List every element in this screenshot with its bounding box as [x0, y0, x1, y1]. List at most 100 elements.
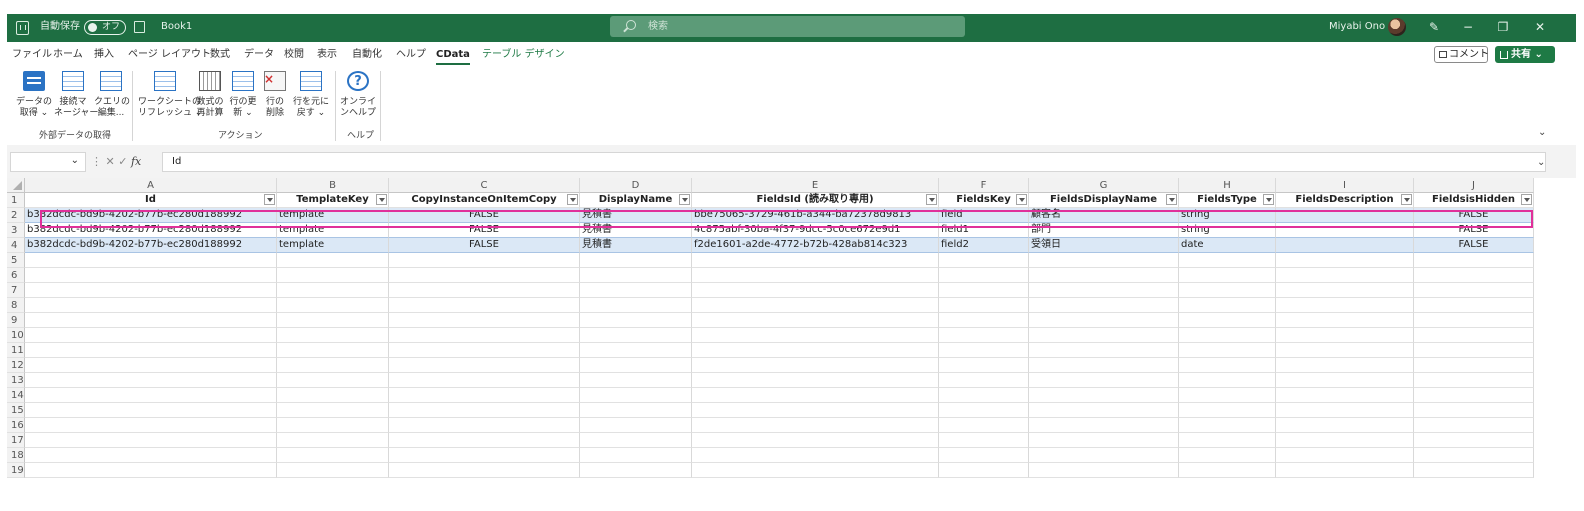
row-header[interactable]: 18: [7, 448, 25, 463]
select-all-corner[interactable]: [7, 178, 25, 193]
table-header-cell[interactable]: FieldsDescription: [1276, 193, 1414, 208]
row-header[interactable]: 6: [7, 268, 25, 283]
table-header-cell[interactable]: FieldsisHidden: [1414, 193, 1534, 208]
name-box[interactable]: ⌄: [10, 152, 86, 172]
filter-dropdown-icon[interactable]: [926, 194, 937, 205]
update-rows-button[interactable]: 行の更 新 ⌄: [228, 71, 258, 119]
enter-icon[interactable]: ✓: [118, 155, 127, 168]
cancel-icon[interactable]: ✕: [106, 155, 115, 168]
column-header-a[interactable]: A: [25, 178, 277, 193]
column-header-g[interactable]: G: [1029, 178, 1179, 193]
insert-function-icon[interactable]: fx: [131, 155, 141, 168]
cell-fields-type[interactable]: date: [1179, 238, 1276, 253]
filter-dropdown-icon[interactable]: [567, 194, 578, 205]
cell-copy-instance[interactable]: FALSE: [389, 238, 580, 253]
table-header-cell[interactable]: CopyInstanceOnItemCopy: [389, 193, 580, 208]
table-header-cell[interactable]: FieldsId (読み取り専用): [692, 193, 939, 208]
filter-dropdown-icon[interactable]: [1016, 194, 1027, 205]
connection-manager-button[interactable]: 接続マ ネージャー: [54, 71, 98, 119]
row-header[interactable]: 11: [7, 343, 25, 358]
get-data-button[interactable]: データの 取得 ⌄: [14, 71, 54, 119]
cell-fields-key[interactable]: field2: [939, 238, 1029, 253]
column-header-c[interactable]: C: [389, 178, 580, 193]
cell-fields-display-name[interactable]: 受領日: [1029, 238, 1179, 253]
online-help-button[interactable]: ? オンライ ンヘルプ: [340, 71, 376, 119]
row-header[interactable]: 1: [7, 193, 25, 208]
cell-id[interactable]: b382dcdc-bd9b-4202-b77b-ec280d188992: [25, 238, 277, 253]
formula-input[interactable]: Id: [162, 152, 1546, 172]
filter-dropdown-icon[interactable]: [264, 194, 275, 205]
row-header[interactable]: 15: [7, 403, 25, 418]
autosave-toggle[interactable]: オフ: [84, 20, 126, 35]
delete-rows-button[interactable]: 行の 削除: [262, 71, 288, 119]
table-header-cell[interactable]: FieldsType: [1179, 193, 1276, 208]
column-header-i[interactable]: I: [1276, 178, 1414, 193]
tab-table-design[interactable]: テーブル デザイン: [482, 48, 565, 61]
refresh-worksheet-button[interactable]: ワークシートの リフレッシュ ⌄: [138, 71, 202, 119]
row-header[interactable]: 13: [7, 373, 25, 388]
cell-fields-id[interactable]: f2de1601-a2de-4772-b72b-428ab814c323: [692, 238, 939, 253]
tab-view[interactable]: 表示: [317, 48, 337, 61]
filter-dropdown-icon[interactable]: [1401, 194, 1412, 205]
row-header[interactable]: 9: [7, 313, 25, 328]
more-icon[interactable]: ⋮: [91, 155, 102, 168]
avatar[interactable]: [1388, 18, 1406, 36]
cell-fields-is-hidden[interactable]: FALSE: [1414, 238, 1534, 253]
table-header-cell[interactable]: FieldsKey: [939, 193, 1029, 208]
table-header-cell[interactable]: TemplateKey: [277, 193, 389, 208]
search-box[interactable]: 検索: [610, 16, 965, 37]
tab-insert[interactable]: 挿入: [94, 48, 114, 61]
row-header[interactable]: 2: [7, 208, 25, 223]
row-header[interactable]: 4: [7, 238, 25, 253]
column-header-b[interactable]: B: [277, 178, 389, 193]
row-header[interactable]: 10: [7, 328, 25, 343]
share-button[interactable]: 共有 ⌄: [1495, 46, 1555, 63]
save-icon[interactable]: [134, 21, 145, 33]
cell-template-key[interactable]: template: [277, 238, 389, 253]
restore-icon[interactable]: ❐: [1495, 19, 1511, 35]
column-header-e[interactable]: E: [692, 178, 939, 193]
table-header-cell[interactable]: Id: [25, 193, 277, 208]
column-header-j[interactable]: J: [1414, 178, 1534, 193]
expand-formula-icon[interactable]: ⌄: [1537, 157, 1545, 168]
row-header[interactable]: 17: [7, 433, 25, 448]
tab-formulas[interactable]: 数式: [210, 48, 230, 61]
tab-page-layout[interactable]: ページ レイアウト: [128, 48, 211, 61]
filter-dropdown-icon[interactable]: [1166, 194, 1177, 205]
row-header[interactable]: 12: [7, 358, 25, 373]
cell-fields-description[interactable]: [1276, 238, 1414, 253]
table-header-cell[interactable]: FieldsDisplayName: [1029, 193, 1179, 208]
tab-automate[interactable]: 自動化: [352, 48, 382, 61]
row-header[interactable]: 19: [7, 463, 25, 478]
tab-help[interactable]: ヘルプ: [396, 48, 426, 61]
filter-dropdown-icon[interactable]: [1521, 194, 1532, 205]
tab-file[interactable]: ファイル: [12, 48, 52, 61]
collapse-ribbon-icon[interactable]: ⌄: [1538, 127, 1546, 138]
filter-dropdown-icon[interactable]: [679, 194, 690, 205]
column-header-h[interactable]: H: [1179, 178, 1276, 193]
filter-dropdown-icon[interactable]: [1263, 194, 1274, 205]
column-header-d[interactable]: D: [580, 178, 692, 193]
cell-display-name[interactable]: 見積書: [580, 238, 692, 253]
row-header[interactable]: 3: [7, 223, 25, 238]
tab-home[interactable]: ホーム: [53, 48, 83, 61]
comment-button[interactable]: コメント: [1434, 46, 1489, 63]
filter-dropdown-icon[interactable]: [376, 194, 387, 205]
tab-review[interactable]: 校閲: [284, 48, 304, 61]
tab-cdata[interactable]: CData: [436, 48, 470, 65]
close-icon[interactable]: ✕: [1532, 19, 1548, 35]
row-header[interactable]: 14: [7, 388, 25, 403]
minimize-icon[interactable]: −: [1460, 19, 1476, 35]
row-header[interactable]: 16: [7, 418, 25, 433]
row-header[interactable]: 5: [7, 253, 25, 268]
revert-rows-button[interactable]: 行を元に 戻す ⌄: [292, 71, 330, 119]
row-header[interactable]: 8: [7, 298, 25, 313]
recalc-formula-button[interactable]: 数式の 再計算: [194, 71, 226, 119]
table-header-cell[interactable]: DisplayName: [580, 193, 692, 208]
pen-icon[interactable]: ✎: [1426, 19, 1442, 35]
row-header[interactable]: 7: [7, 283, 25, 298]
chevron-down-icon[interactable]: ⌄: [71, 155, 79, 166]
column-header-f[interactable]: F: [939, 178, 1029, 193]
edit-query-button[interactable]: クエリの 編集...: [94, 71, 130, 119]
tab-data[interactable]: データ: [244, 48, 274, 61]
